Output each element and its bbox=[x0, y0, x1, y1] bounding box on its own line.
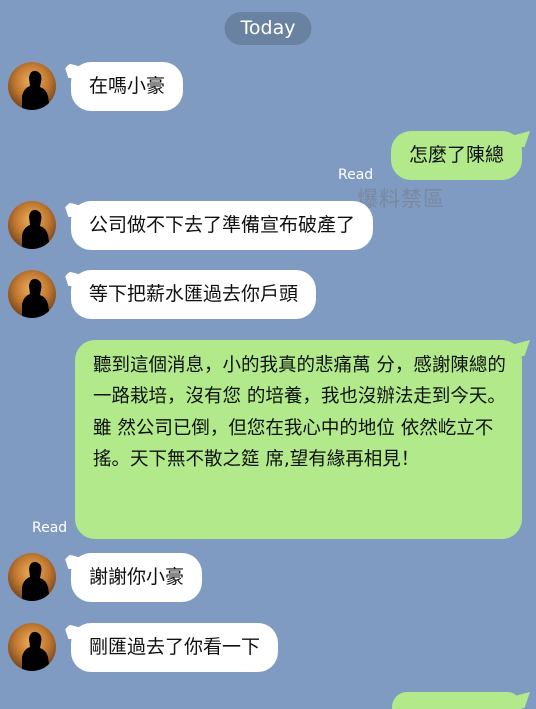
watermark: 爆料禁區 bbox=[357, 187, 445, 211]
message-bubble-incoming[interactable]: 等下把薪水匯過去你戶頭 bbox=[71, 270, 317, 320]
silhouette-avatar-icon bbox=[22, 70, 50, 110]
read-receipt: Read bbox=[338, 167, 374, 183]
date-separator: Today bbox=[224, 12, 312, 45]
read-receipt: Read bbox=[32, 520, 68, 536]
silhouette-avatar-icon bbox=[22, 209, 50, 249]
contact-avatar[interactable] bbox=[8, 270, 56, 318]
message-bubble-incoming[interactable]: 在嗎小豪 bbox=[71, 62, 184, 112]
message-bubble-incoming[interactable]: 公司做不下去了準備宣布破產了 bbox=[71, 201, 374, 251]
chat-view: Today 在嗎小豪 怎麼了陳總 Read 爆料禁區 公司做不下去了準備宣布破產… bbox=[0, 0, 536, 709]
message-bubble-incoming[interactable]: 謝謝你小豪 bbox=[71, 553, 203, 603]
contact-avatar[interactable] bbox=[8, 201, 56, 249]
message-bubble-outgoing[interactable]: 怎麼了陳總 bbox=[390, 131, 522, 181]
message-bubble-incoming[interactable]: 剛匯過去了你看一下 bbox=[71, 623, 279, 673]
contact-avatar[interactable] bbox=[8, 623, 56, 671]
silhouette-avatar-icon bbox=[22, 278, 50, 318]
contact-avatar[interactable] bbox=[8, 62, 56, 110]
contact-avatar[interactable] bbox=[8, 553, 56, 601]
silhouette-avatar-icon bbox=[22, 561, 50, 601]
message-bubble-outgoing[interactable] bbox=[392, 692, 522, 709]
message-bubble-outgoing[interactable]: 聽到這個消息，小的我真的悲痛萬 分，感謝陳總的一路栽培，沒有您 的培養，我也沒辦… bbox=[75, 340, 522, 539]
silhouette-avatar-icon bbox=[22, 631, 50, 671]
